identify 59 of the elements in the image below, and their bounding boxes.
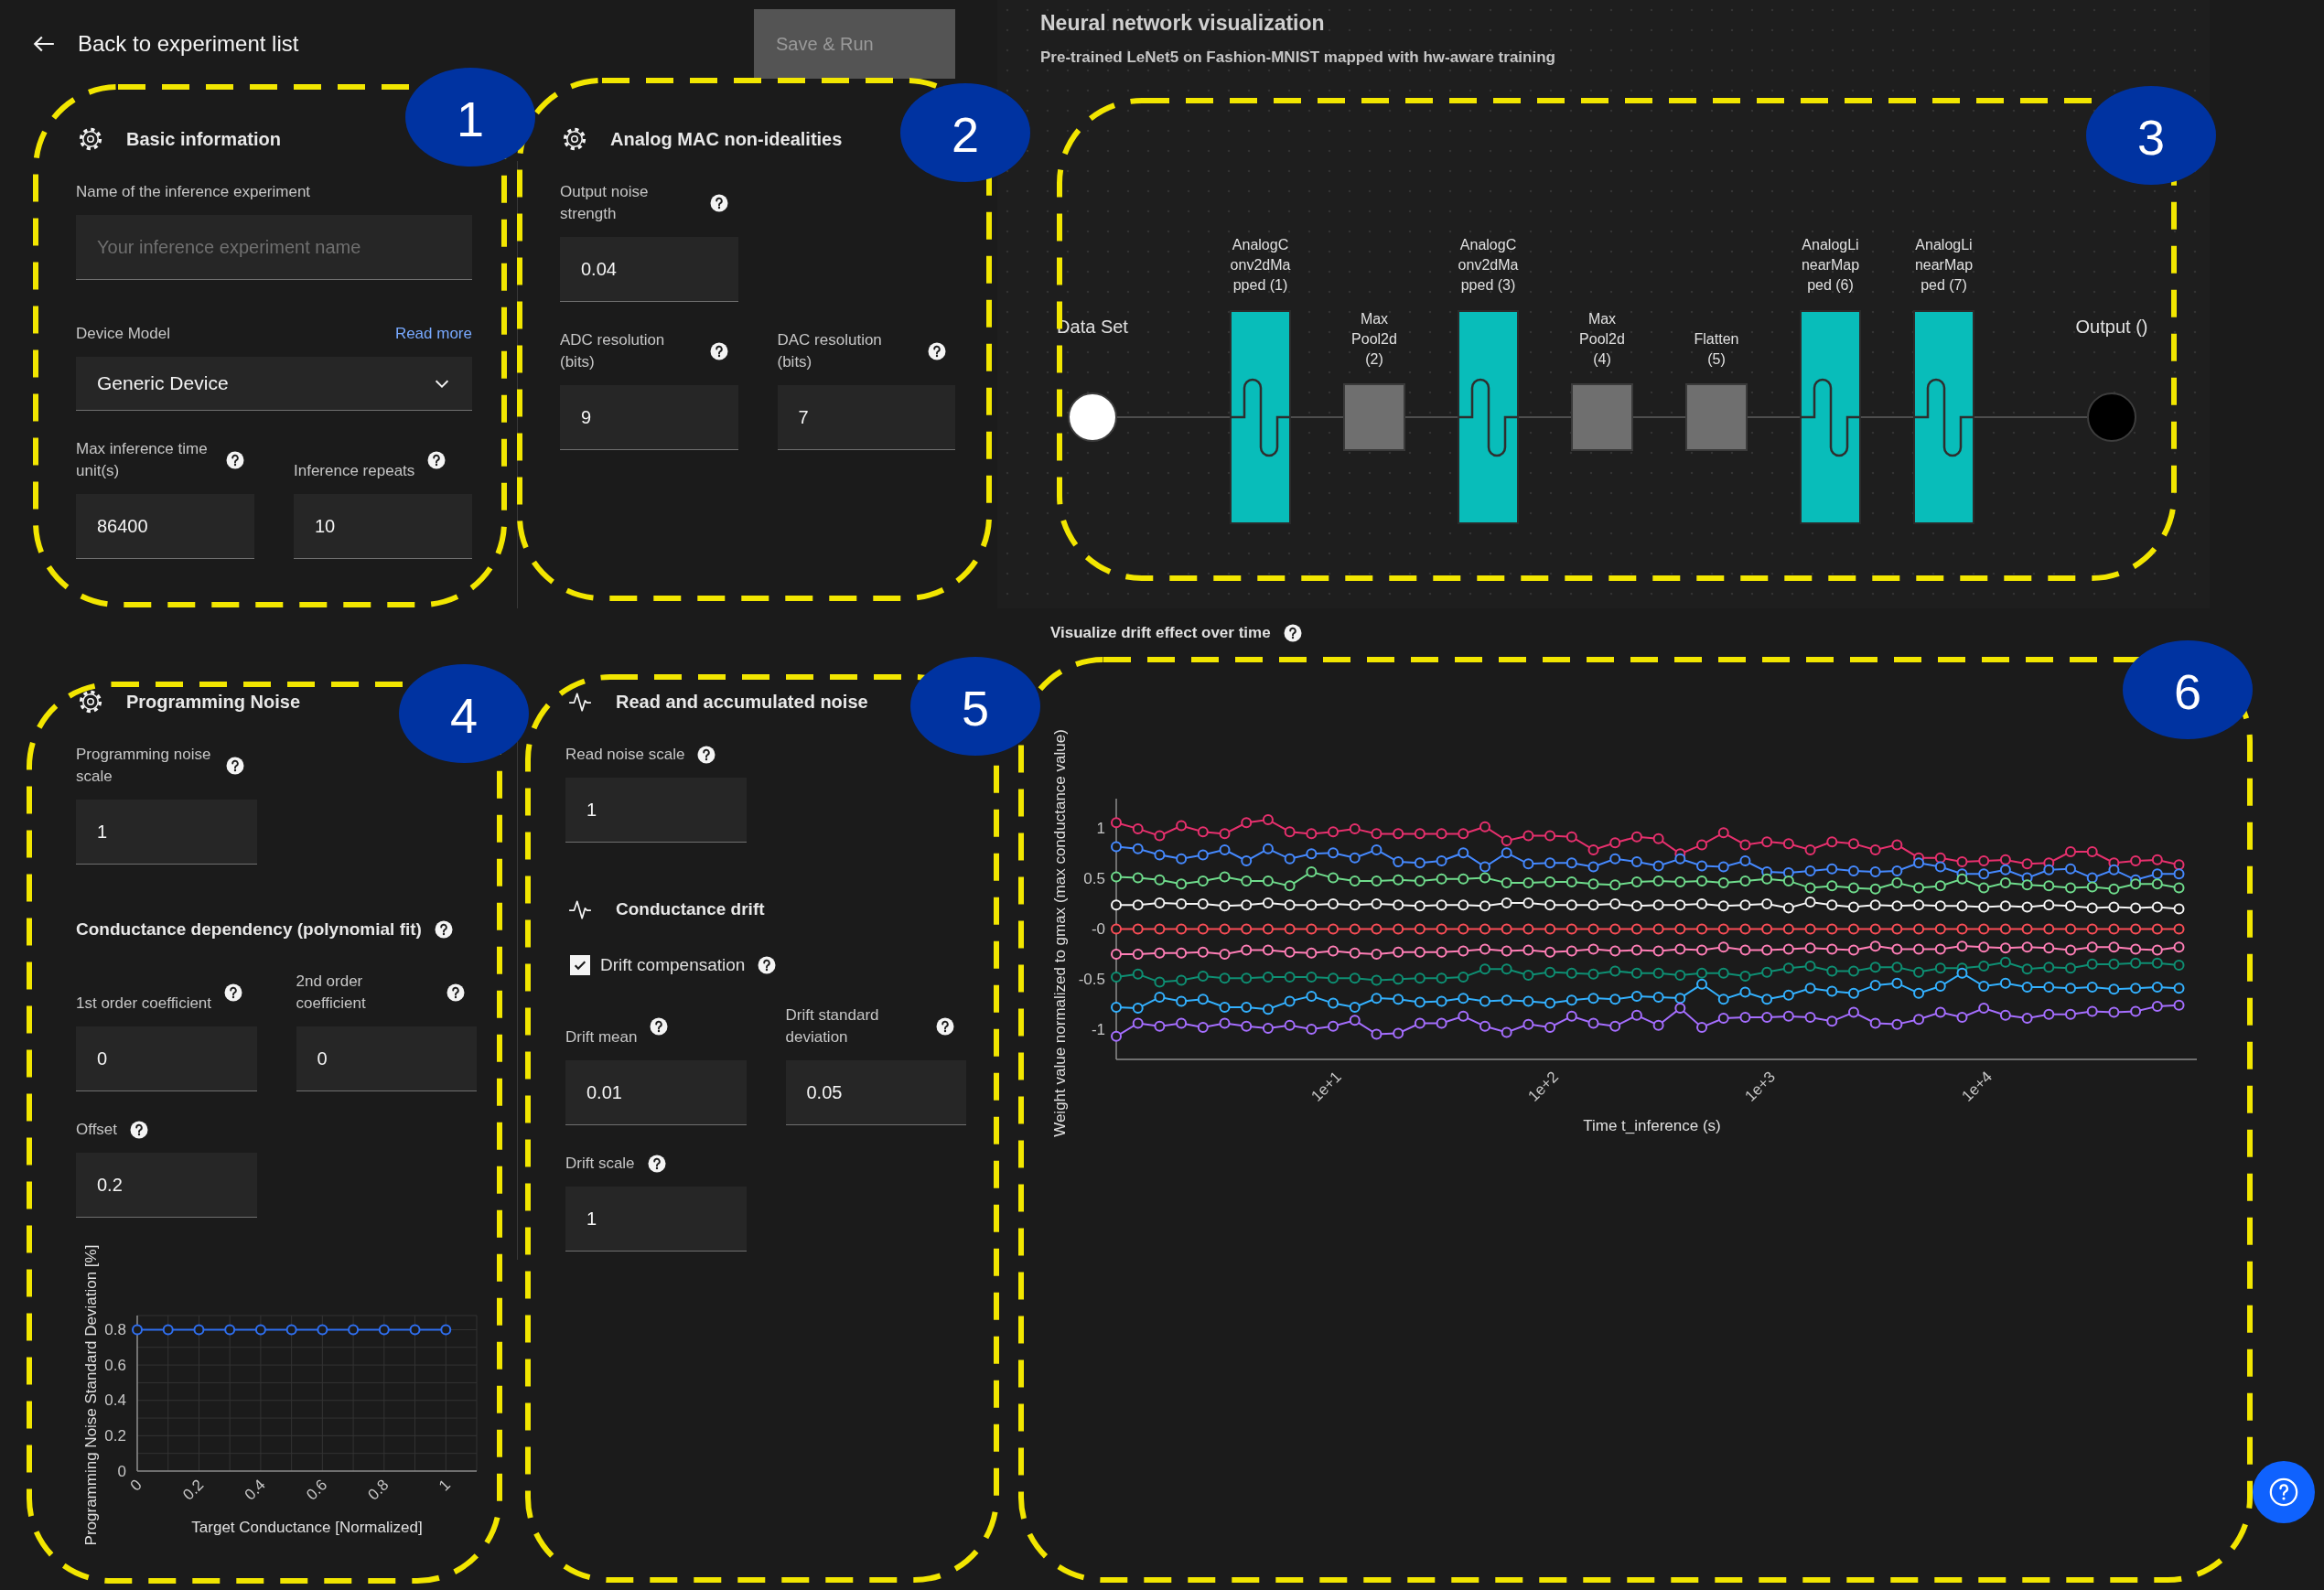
axis-title: Target Conductance [Normalized]: [191, 1519, 423, 1536]
tick-label: 0.8: [104, 1320, 126, 1338]
field-label: ADC resolution (bits): [560, 330, 666, 372]
field-label: Device Model: [76, 324, 170, 344]
number-marker: 2: [900, 83, 1030, 182]
tick-label: -0: [1091, 920, 1105, 938]
node-label: AnalogLinearMapped (6): [1800, 236, 1861, 295]
panel-title: Basic information: [126, 128, 281, 150]
section-heading: Conductance drift: [616, 899, 765, 919]
tick-label: 0.2: [104, 1426, 126, 1445]
tick-label: 0: [126, 1476, 145, 1495]
field-label: Name of the inference experiment: [76, 182, 311, 202]
field-label: Max inference time unit(s): [76, 439, 209, 481]
axis-title: Time t_inference (s): [1583, 1117, 1721, 1134]
node-label: Output (): [2075, 316, 2148, 338]
panel-title: Analog MAC non-idealities: [610, 128, 843, 150]
tick-label: -0.5: [1078, 970, 1105, 988]
tick-label: 0.8: [364, 1476, 393, 1504]
field-label: Read noise scale: [565, 745, 685, 765]
field-label: Output noise strength: [560, 182, 650, 224]
number-marker: 3: [2086, 86, 2216, 185]
tick-label: 0.4: [104, 1391, 126, 1410]
tick-label: 0: [117, 1462, 126, 1480]
section-heading: Conductance dependency (polynomial fit): [76, 919, 422, 940]
panel-title: Programming Noise: [126, 691, 301, 713]
checkbox-label: Drift compensation: [600, 955, 746, 975]
tick-label: 0.2: [179, 1476, 208, 1504]
number-marker: 1: [405, 68, 535, 167]
number-marker: 5: [910, 657, 1040, 756]
panel-subtitle: Pre-trained LeNet5 on Fashion-MNIST mapped with hw-aware training: [1040, 48, 1556, 68]
section-label: Visualize drift effect over time: [1050, 624, 1271, 642]
number-marker: 6: [2123, 640, 2253, 739]
tick-label: 0.4: [241, 1476, 269, 1504]
field-label: Programming noise scale: [76, 745, 212, 787]
node-label: AnalogConv2dMapped (1): [1229, 236, 1292, 295]
tick-label: 1: [435, 1476, 455, 1495]
tick-label: 0.5: [1083, 870, 1105, 888]
node-label: AnalogLinearMapped (7): [1913, 236, 1974, 295]
field-label: Drift scale: [565, 1154, 635, 1174]
tick-label: -1: [1091, 1020, 1105, 1038]
field-label: Drift standard deviation: [785, 1005, 880, 1047]
field-label: Inference repeats: [294, 461, 415, 481]
field-label: 2nd order coefficient: [296, 972, 367, 1014]
tick-label: 0.6: [104, 1356, 126, 1374]
field-label: 1st order coefficient: [76, 994, 212, 1014]
field-label: Drift mean: [565, 1027, 638, 1047]
node-label: Flatten (5): [1693, 330, 1740, 369]
axis-title: Weight value normalized to gmax (max conductance value): [1050, 729, 1069, 1137]
field-label: Offset: [76, 1120, 118, 1140]
node-label: AnalogConv2dMapped (3): [1457, 236, 1520, 295]
panel-title: Read and accumulated noise: [616, 691, 868, 713]
field-label: DAC resolution (bits): [777, 330, 883, 372]
panel-title: Neural network visualization: [1040, 10, 1326, 37]
number-marker: 4: [399, 664, 529, 763]
axis-title: Programming Noise Standard Deviation [%]: [81, 1244, 100, 1546]
tick-label: 0.6: [303, 1476, 331, 1504]
tick-label: 1: [1096, 820, 1105, 838]
node-label: Max Pool2d (4): [1578, 310, 1626, 369]
node-label: Max Pool2d (2): [1350, 310, 1398, 369]
